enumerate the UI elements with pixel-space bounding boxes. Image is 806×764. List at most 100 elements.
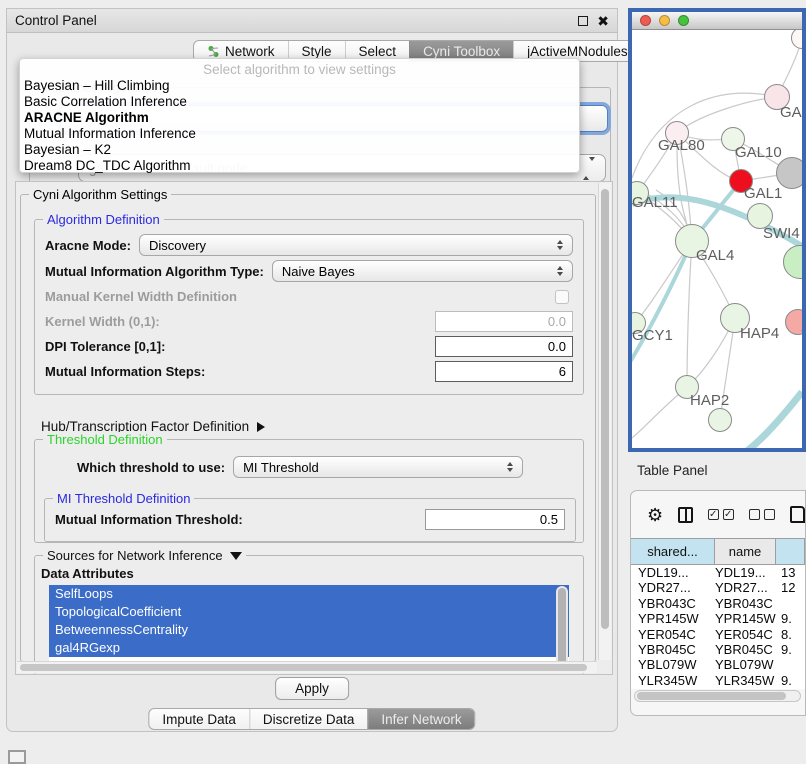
which-threshold-combobox[interactable]: MI Threshold xyxy=(233,456,523,478)
column-header-partial[interactable] xyxy=(776,539,805,564)
bottom-tabbar: Impute DataDiscretize DataInfer Network xyxy=(148,708,475,730)
document-icon[interactable] xyxy=(790,506,805,523)
node-label: GAL10 xyxy=(735,144,782,161)
cell-name: YPR145W xyxy=(715,611,776,626)
table-horizontal-scrollbar[interactable] xyxy=(634,690,801,702)
settings-horizontal-scrollbar[interactable] xyxy=(17,661,597,673)
table-row[interactable]: YIL052CYIL052C9 xyxy=(631,688,805,689)
attribute-item[interactable]: BetweennessCentrality xyxy=(49,621,569,639)
table-row[interactable]: YDL19...YDL19...13 xyxy=(631,565,805,580)
tab-infer-network[interactable]: Infer Network xyxy=(367,709,474,729)
mi-threshold-field[interactable]: 0.5 xyxy=(425,509,565,530)
attribute-item[interactable]: TopologicalCoefficient xyxy=(49,603,569,621)
table-row[interactable]: YBL079WYBL079W xyxy=(631,657,805,672)
popup-item[interactable]: Basic Correlation Inference xyxy=(20,94,579,110)
deselect-checkboxes-icon[interactable] xyxy=(749,509,775,520)
cell-shared-name: YER054C xyxy=(631,627,715,642)
tab-impute-data[interactable]: Impute Data xyxy=(149,709,249,729)
dpi-tolerance-field[interactable]: 0.0 xyxy=(435,336,573,357)
table-row[interactable]: YLR345WYLR345W9. xyxy=(631,673,805,688)
sources-group: Sources for Network Inference Data Attri… xyxy=(34,555,584,675)
settings-vertical-scrollbar[interactable] xyxy=(598,183,611,660)
table-panel-title: Table Panel xyxy=(637,463,708,478)
tab-label: jActiveMNodules xyxy=(527,44,628,59)
popup-item[interactable]: Mutual Information Inference xyxy=(20,126,579,142)
node-label: GAL1 xyxy=(744,185,782,202)
cell-value: 9 xyxy=(776,688,805,689)
network-canvas[interactable]: GALGAL80GAL10GAL1GAL11SWI4GAL4GCY1HAP4YH… xyxy=(632,30,802,448)
table-row[interactable]: YPR145WYPR145W9. xyxy=(631,611,805,626)
control-panel-title: Control Panel xyxy=(15,13,97,28)
tab-label: Style xyxy=(302,44,332,59)
list-scrollbar[interactable] xyxy=(556,586,568,668)
manual-kernel-width-checkbox[interactable] xyxy=(555,290,569,304)
node-label: HAP4 xyxy=(740,325,779,342)
tab-discretize-data[interactable]: Discretize Data xyxy=(249,709,368,729)
close-icon[interactable]: ✖ xyxy=(597,16,609,26)
popup-item[interactable]: Dream8 DC_TDC Algorithm xyxy=(20,158,579,174)
algorithm-definition-title: Algorithm Definition xyxy=(43,212,164,227)
popup-item[interactable]: Bayesian – K2 xyxy=(20,142,579,158)
minimize-traffic-light-icon[interactable] xyxy=(659,15,670,26)
table-header-row[interactable]: shared... name xyxy=(631,538,805,565)
network-node[interactable] xyxy=(708,408,732,432)
algorithm-dropdown-popup: Select algorithm to view settings Bayesi… xyxy=(19,58,580,173)
split-columns-icon[interactable] xyxy=(678,507,693,523)
kernel-width-field[interactable]: 0.0 xyxy=(435,311,573,332)
mi-steps-field[interactable]: 6 xyxy=(435,361,573,382)
cell-name: YER054C xyxy=(715,627,776,642)
mi-algorithm-type-combobox[interactable]: Naive Bayes xyxy=(272,260,573,282)
control-panel-titlebar: Control Panel ✖ xyxy=(7,9,617,33)
mi-algorithm-type-label: Mutual Information Algorithm Type: xyxy=(45,264,264,279)
zoom-traffic-light-icon[interactable] xyxy=(678,15,689,26)
apply-button[interactable]: Apply xyxy=(275,677,349,700)
cell-value xyxy=(776,596,805,611)
manual-kernel-width-label: Manual Kernel Width Definition xyxy=(45,289,237,304)
table-toolbar: ⚙ ✓✓ xyxy=(631,491,805,538)
cell-name: YDL19... xyxy=(715,565,776,580)
threshold-definition-title: Threshold Definition xyxy=(43,432,167,447)
attribute-item[interactable]: SelfLoops xyxy=(49,585,569,603)
aracne-mode-combobox[interactable]: Discovery xyxy=(139,234,573,256)
sources-title: Sources for Network Inference xyxy=(43,548,246,563)
cell-value: 9. xyxy=(776,642,805,657)
settings-gear-icon[interactable]: ⚙ xyxy=(647,506,663,524)
table-body[interactable]: YDL19...YDL19...13YDR27...YDR27...12YBR0… xyxy=(631,565,805,689)
settings-scrollpane: Cyni Algorithm Settings Algorithm Defini… xyxy=(15,181,613,675)
table-row[interactable]: YBR043CYBR043C xyxy=(631,596,805,611)
which-threshold-label: Which threshold to use: xyxy=(77,460,225,475)
aracne-mode-label: Aracne Mode: xyxy=(45,238,131,253)
collapse-arrow-icon[interactable] xyxy=(230,552,242,560)
node-label: GAL11 xyxy=(632,194,678,211)
threshold-definition-group: Threshold Definition Which threshold to … xyxy=(34,439,584,543)
network-window-titlebar xyxy=(632,12,802,30)
expand-arrow-icon[interactable] xyxy=(257,422,265,432)
network-node[interactable] xyxy=(776,157,802,189)
cell-name: YDR27... xyxy=(715,580,776,595)
which-threshold-value: MI Threshold xyxy=(243,460,319,475)
aracne-mode-value: Discovery xyxy=(149,238,206,253)
cell-shared-name: YIL052C xyxy=(631,688,715,689)
table-panel-window: ⚙ ✓✓ shared... name YDL19...YDL19...13YD… xyxy=(630,490,806,716)
network-tab-icon xyxy=(207,45,220,58)
popup-item[interactable]: ARACNE Algorithm xyxy=(20,110,579,126)
popup-item[interactable]: Bayesian – Hill Climbing xyxy=(20,78,579,94)
cell-shared-name: YDR27... xyxy=(631,580,715,595)
table-row[interactable]: YER054CYER054C8. xyxy=(631,627,805,642)
column-header-name[interactable]: name xyxy=(715,539,776,564)
table-row[interactable]: YBR045CYBR045C9. xyxy=(631,642,805,657)
cell-value: 13 xyxy=(776,565,805,580)
network-view-window[interactable]: GALGAL80GAL10GAL1GAL11SWI4GAL4GCY1HAP4YH… xyxy=(628,8,806,452)
cell-name: YIL052C xyxy=(715,688,776,689)
mi-steps-label: Mutual Information Steps: xyxy=(45,364,205,379)
table-row[interactable]: YDR27...YDR27...12 xyxy=(631,580,805,595)
node-label: SWI4 xyxy=(763,225,800,242)
select-all-checkboxes-icon[interactable]: ✓✓ xyxy=(708,509,734,520)
close-traffic-light-icon[interactable] xyxy=(640,15,651,26)
cell-value: 9. xyxy=(776,611,805,626)
attribute-item[interactable]: gal4RGexp xyxy=(49,639,569,657)
cell-value xyxy=(776,657,805,672)
data-attributes-list[interactable]: SelfLoopsTopologicalCoefficientBetweenne… xyxy=(49,585,569,669)
column-header-shared[interactable]: shared... xyxy=(631,539,715,564)
float-window-icon[interactable] xyxy=(578,16,588,26)
